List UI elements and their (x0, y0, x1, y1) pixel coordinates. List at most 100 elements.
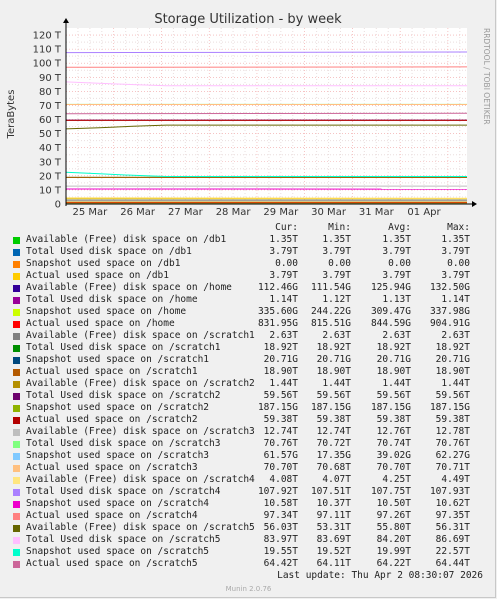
legend-row: Total Used disk space on /scratch2 59.56T… (0, 390, 497, 402)
legend-header-max: Max: (447, 222, 470, 233)
legend-max-value: 59.38T (435, 414, 470, 425)
legend-color-swatch (13, 273, 20, 280)
munin-version: Munin 2.0.76 (225, 585, 272, 593)
legend-min-value: 1.44T (322, 378, 351, 389)
legend-color-swatch (13, 525, 20, 532)
legend-row: Snapshot used space on /scratch2 187.15G 1… (0, 402, 497, 414)
legend-row: Snapshot used space on /scratch4 10.58T 10… (0, 498, 497, 510)
legend-min-value: 18.92T (316, 342, 351, 353)
x-tick-label: 27 Mar (168, 207, 204, 218)
legend-row: Available (Free) disk space on /scratch2… (0, 378, 497, 390)
legend-min-value: 1.12T (322, 294, 351, 305)
legend-max-value: 1.44T (441, 378, 470, 389)
legend-row: Snapshot used space on /scratch3 61.57G 17… (0, 450, 497, 462)
legend-avg-value: 10.50T (376, 498, 411, 509)
legend-max-value: 22.57T (435, 546, 470, 557)
legend-series-name: Total Used disk space on /home (26, 294, 198, 305)
legend: Available (Free) disk space on /db1 1.35T… (0, 234, 497, 570)
legend-cur-value: 10.58T (263, 498, 298, 509)
legend-cur-value: 3.79T (269, 270, 298, 281)
legend-max-value: 337.98G (429, 306, 470, 317)
legend-series-name: Snapshot used space on /scratch1 (26, 354, 210, 365)
legend-cur-value: 70.76T (263, 438, 298, 449)
y-tick-label: 10 T (39, 185, 62, 196)
legend-row: Snapshot used space on /scratch5 19.55T 19… (0, 546, 497, 558)
legend-cur-value: 97.34T (263, 510, 298, 521)
legend-row: Actual used space on /scratch2 59.38T 59.3… (0, 414, 497, 426)
legend-color-swatch (13, 501, 20, 508)
y-tick-label: 120 T (33, 31, 62, 42)
legend-series-name: Available (Free) disk space on /scratch2 (26, 378, 255, 389)
legend-min-value: 815.51G (310, 318, 351, 329)
legend-row: Available (Free) disk space on /db1 1.35T… (0, 234, 497, 246)
legend-color-swatch (13, 381, 20, 388)
legend-max-value: 70.71T (435, 462, 470, 473)
x-tick-label: 01 Apr (407, 207, 441, 218)
legend-series-name: Actual used space on /scratch1 (26, 366, 198, 377)
legend-min-value: 1.35T (322, 234, 351, 245)
legend-cur-value: 1.44T (269, 378, 298, 389)
legend-min-value: 83.69T (316, 534, 351, 545)
legend-color-swatch (13, 441, 20, 448)
legend-cur-value: 64.42T (263, 558, 298, 569)
legend-color-swatch (13, 333, 20, 340)
y-tick-label: 110 T (33, 45, 62, 56)
y-tick-label: 20 T (39, 171, 62, 182)
legend-cur-value: 59.56T (263, 390, 298, 401)
legend-avg-value: 19.99T (376, 546, 411, 557)
legend-cur-value: 83.97T (263, 534, 298, 545)
legend-min-value: 12.74T (316, 426, 351, 437)
legend-min-value: 244.22G (310, 306, 351, 317)
legend-avg-value: 1.44T (382, 378, 411, 389)
legend-row: Available (Free) disk space on /scratch5… (0, 522, 497, 534)
legend-series-name: Snapshot used space on /db1 (26, 258, 181, 269)
x-tick-label: 31 Mar (359, 207, 395, 218)
legend-series-name: Actual used space on /db1 (26, 270, 169, 281)
y-tick-label: 70 T (39, 101, 62, 112)
legend-row: Available (Free) disk space on /home 112.… (0, 282, 497, 294)
legend-row: Total Used disk space on /home 1.14T 1.12T… (0, 294, 497, 306)
legend-color-swatch (13, 237, 20, 244)
legend-avg-value: 125.94G (370, 282, 411, 293)
legend-max-value: 3.79T (441, 270, 470, 281)
legend-max-value: 10.62T (435, 498, 470, 509)
legend-min-value: 3.79T (322, 270, 351, 281)
legend-row: Actual used space on /scratch1 18.90T 18.9… (0, 366, 497, 378)
x-axis-arrow (472, 201, 477, 207)
legend-min-value: 3.79T (322, 246, 351, 257)
legend-cur-value: 19.55T (263, 546, 298, 557)
legend-min-value: 64.11T (316, 558, 351, 569)
legend-avg-value: 12.76T (376, 426, 411, 437)
legend-row: Snapshot used space on /db1 0.00 0.00 0.00 0… (0, 258, 497, 270)
legend-cur-value: 187.15G (257, 402, 298, 413)
legend-cur-value: 4.08T (269, 474, 298, 485)
legend-row: Available (Free) disk space on /scratch1… (0, 330, 497, 342)
legend-series-name: Snapshot used space on /home (26, 306, 187, 317)
legend-max-value: 904.91G (429, 318, 470, 329)
legend-cur-value: 70.70T (263, 462, 298, 473)
legend-color-swatch (13, 345, 20, 352)
legend-cur-value: 20.71G (263, 354, 298, 365)
legend-max-value: 97.35T (435, 510, 470, 521)
legend-series-name: Available (Free) disk space on /scratch4 (26, 474, 255, 485)
legend-avg-value: 3.79T (382, 246, 411, 257)
series-line (65, 197, 468, 199)
legend-header: Cur: Min: Avg: Max: (0, 222, 497, 234)
legend-avg-value: 84.20T (376, 534, 411, 545)
legend-max-value: 18.90T (435, 366, 470, 377)
legend-min-value: 10.37T (316, 498, 351, 509)
legend-max-value: 56.31T (435, 522, 470, 533)
legend-series-name: Actual used space on /scratch4 (26, 510, 198, 521)
legend-avg-value: 1.13T (382, 294, 411, 305)
legend-avg-value: 309.47G (370, 306, 411, 317)
legend-series-name: Snapshot used space on /scratch3 (26, 450, 210, 461)
legend-row: Actual used space on /home 831.95G 815.51G… (0, 318, 497, 330)
legend-max-value: 1.14T (441, 294, 470, 305)
legend-cur-value: 12.74T (263, 426, 298, 437)
legend-avg-value: 2.63T (382, 330, 411, 341)
legend-row: Total Used disk space on /scratch3 70.76T… (0, 438, 497, 450)
legend-min-value: 19.52T (316, 546, 351, 557)
legend-header-min: Min: (328, 222, 351, 233)
legend-min-value: 53.31T (316, 522, 351, 533)
legend-color-swatch (13, 285, 20, 292)
